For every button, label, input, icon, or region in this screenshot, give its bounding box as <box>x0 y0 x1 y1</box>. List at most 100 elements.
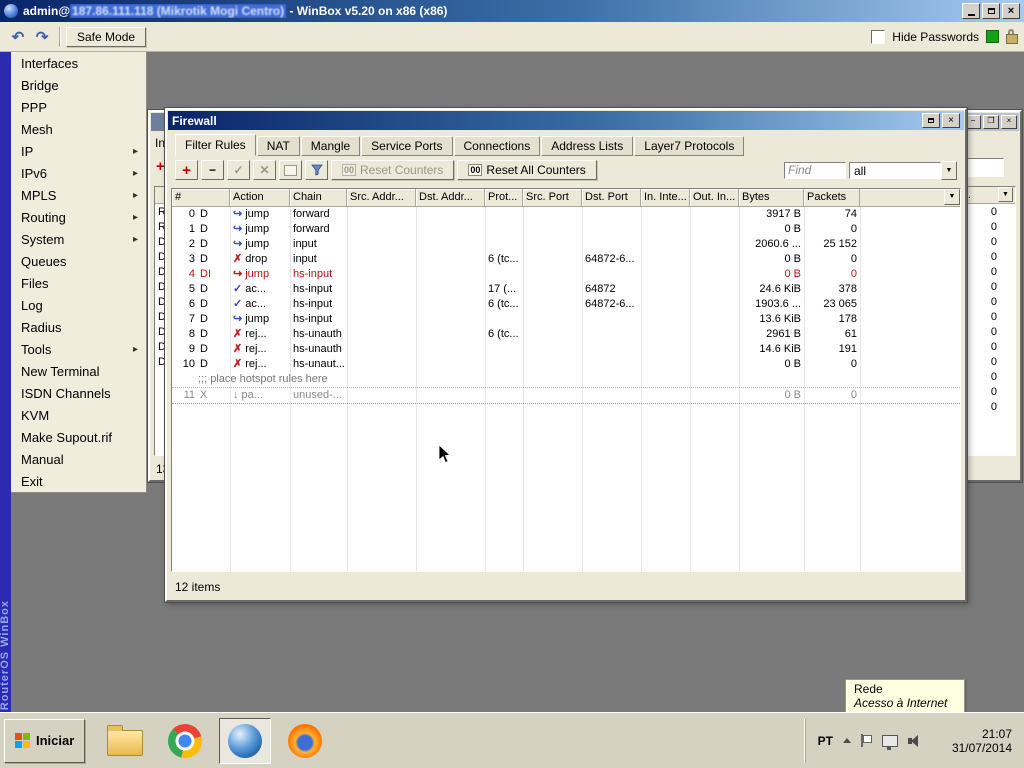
firewall-maximize-button[interactable] <box>922 113 940 128</box>
cell: 3917 B <box>739 207 804 222</box>
tab-layer7-protocols[interactable]: Layer7 Protocols <box>634 136 744 156</box>
firewall-rule-row[interactable]: 10D✗rej...hs-unaut...0 B0 <box>172 357 960 372</box>
column-header-src-port[interactable]: Src. Port <box>523 189 582 206</box>
column-header-num[interactable]: # <box>172 189 230 206</box>
filter-button[interactable] <box>305 160 328 180</box>
sidebar-item-exit[interactable]: Exit <box>11 470 146 492</box>
sidebar-item-ipv6[interactable]: IPv6▸ <box>11 162 146 184</box>
sidebar-item-bridge[interactable]: Bridge <box>11 74 146 96</box>
hidden-icons-chevron-icon[interactable] <box>843 738 851 743</box>
clock[interactable]: 21:07 31/07/2014 <box>932 727 1012 755</box>
column-header-chain[interactable]: Chain <box>290 189 347 206</box>
rule-number: 1 <box>175 222 195 237</box>
safe-mode-button[interactable]: Safe Mode <box>66 27 146 47</box>
chrome-taskbar-button[interactable] <box>159 718 211 764</box>
sidebar-item-system[interactable]: System▸ <box>11 228 146 250</box>
firewall-rule-row[interactable]: 8D✗rej...hs-unauth6 (tc...2961 B61 <box>172 327 960 342</box>
sidebar-item-mesh[interactable]: Mesh <box>11 118 146 140</box>
comment-button[interactable] <box>279 160 302 180</box>
firewall-close-button[interactable]: × <box>942 113 960 128</box>
minimize-button[interactable] <box>962 3 980 19</box>
sidebar-item-tools[interactable]: Tools▸ <box>11 338 146 360</box>
bg-maximize-button[interactable]: ❐ <box>983 115 999 129</box>
redo-icon: ↷ <box>36 28 49 46</box>
bg-close-button[interactable]: × <box>1001 115 1017 129</box>
firewall-rule-row[interactable]: 11X↓pa...unused-...0 B0 <box>172 388 960 404</box>
column-header-prot[interactable]: Prot... <box>485 189 523 206</box>
column-header-dst-addr[interactable]: Dst. Addr... <box>416 189 485 206</box>
combo-dropdown-arrow-icon[interactable]: ▼ <box>941 161 957 180</box>
sidebar-item-mpls[interactable]: MPLS▸ <box>11 184 146 206</box>
column-header-src-addr[interactable]: Src. Addr... <box>347 189 416 206</box>
cell: 0 <box>804 252 860 267</box>
column-header-bytes[interactable]: Bytes <box>739 189 804 206</box>
column-header-packets[interactable]: Packets <box>804 189 860 206</box>
comment-row[interactable]: ;;; place hotspot rules here <box>172 372 960 388</box>
firewall-rule-row[interactable]: 0D↪jumpforward3917 B74 <box>172 207 960 222</box>
sidebar-item-manual[interactable]: Manual <box>11 448 146 470</box>
sidebar-item-radius[interactable]: Radius <box>11 316 146 338</box>
bg-add-icon[interactable]: + <box>156 158 165 175</box>
close-button[interactable]: × <box>1002 3 1020 19</box>
disable-rule-button[interactable]: ✕ <box>253 160 276 180</box>
find-input[interactable] <box>784 162 846 179</box>
sidebar-item-queues[interactable]: Queues <box>11 250 146 272</box>
reset-counters-button[interactable]: 00Reset Counters <box>331 160 454 180</box>
rule-flags: D <box>200 222 208 237</box>
sidebar-item-new-terminal[interactable]: New Terminal <box>11 360 146 382</box>
undo-button[interactable]: ↶ <box>6 26 30 48</box>
tab-filter-rules[interactable]: Filter Rules <box>175 134 256 156</box>
hide-passwords-checkbox[interactable] <box>871 30 885 44</box>
start-button[interactable]: Iniciar <box>4 719 85 763</box>
bg-minimize-button[interactable]: − <box>965 115 981 129</box>
maximize-button[interactable] <box>982 3 1000 19</box>
enable-rule-button[interactable]: ✓ <box>227 160 250 180</box>
firewall-rule-row[interactable]: 5D✓ac...hs-input17 (...6487224.6 KiB378 <box>172 282 960 297</box>
rule-number: 6 <box>175 297 195 312</box>
sidebar-item-ppp[interactable]: PPP <box>11 96 146 118</box>
remove-rule-button[interactable]: − <box>201 160 224 180</box>
firewall-rule-row[interactable]: 1D↪jumpforward0 B0 <box>172 222 960 237</box>
firewall-rule-row[interactable]: 3D✗dropinput6 (tc...64872-6...0 B0 <box>172 252 960 267</box>
action-center-flag-icon[interactable] <box>861 734 872 747</box>
reset-all-counters-button[interactable]: 00Reset All Counters <box>457 160 596 180</box>
firewall-rule-row[interactable]: 4DI↪jumphs-input0 B0 <box>172 267 960 282</box>
tab-service-ports[interactable]: Service Ports <box>361 136 452 156</box>
sidebar-item-interfaces[interactable]: Interfaces <box>11 52 146 74</box>
language-indicator[interactable]: PT <box>818 734 833 748</box>
column-header-out-in[interactable]: Out. In... <box>690 189 739 206</box>
sidebar-item-log[interactable]: Log <box>11 294 146 316</box>
filter-scope-select[interactable]: all ▼ <box>849 161 957 180</box>
column-header-dst-port[interactable]: Dst. Port <box>582 189 641 206</box>
add-rule-button[interactable]: + <box>175 160 198 180</box>
sidebar-item-kvm[interactable]: KVM <box>11 404 146 426</box>
maximize-icon <box>928 118 934 123</box>
cell: 191 <box>804 342 860 357</box>
volume-icon[interactable] <box>908 735 922 747</box>
tab-mangle[interactable]: Mangle <box>301 136 360 156</box>
column-header-in-inte[interactable]: In. Inte... <box>641 189 690 206</box>
firefox-taskbar-button[interactable] <box>279 718 331 764</box>
redo-button[interactable]: ↷ <box>30 26 54 48</box>
sidebar-item-isdn-channels[interactable]: ISDN Channels <box>11 382 146 404</box>
cell: input <box>290 252 347 267</box>
tab-address-lists[interactable]: Address Lists <box>541 136 633 156</box>
winbox-taskbar-button[interactable] <box>219 718 271 764</box>
firewall-rule-row[interactable]: 6D✓ac...hs-input6 (tc...64872-6...1903.6… <box>172 297 960 312</box>
sidebar-item-files[interactable]: Files <box>11 272 146 294</box>
tab-connections[interactable]: Connections <box>454 136 541 156</box>
bg-column-options-button[interactable]: ▼ <box>998 187 1013 202</box>
firewall-titlebar[interactable]: Firewall × <box>168 111 964 130</box>
explorer-taskbar-button[interactable] <box>99 718 151 764</box>
column-header-action[interactable]: Action <box>230 189 290 206</box>
sidebar-item-routing[interactable]: Routing▸ <box>11 206 146 228</box>
column-options-button[interactable]: ▼ <box>944 189 960 205</box>
firewall-rule-row[interactable]: 9D✗rej...hs-unauth14.6 KiB191 <box>172 342 960 357</box>
firewall-rule-row[interactable]: 2D↪jumpinput2060.6 ...25 152 <box>172 237 960 252</box>
sidebar-item-ip[interactable]: IP▸ <box>11 140 146 162</box>
tray-time: 21:07 <box>982 727 1012 741</box>
sidebar-item-make-supout-rif[interactable]: Make Supout.rif <box>11 426 146 448</box>
network-icon[interactable] <box>882 735 898 747</box>
firewall-rule-row[interactable]: 7D↪jumphs-input13.6 KiB178 <box>172 312 960 327</box>
tab-nat[interactable]: NAT <box>257 136 300 156</box>
